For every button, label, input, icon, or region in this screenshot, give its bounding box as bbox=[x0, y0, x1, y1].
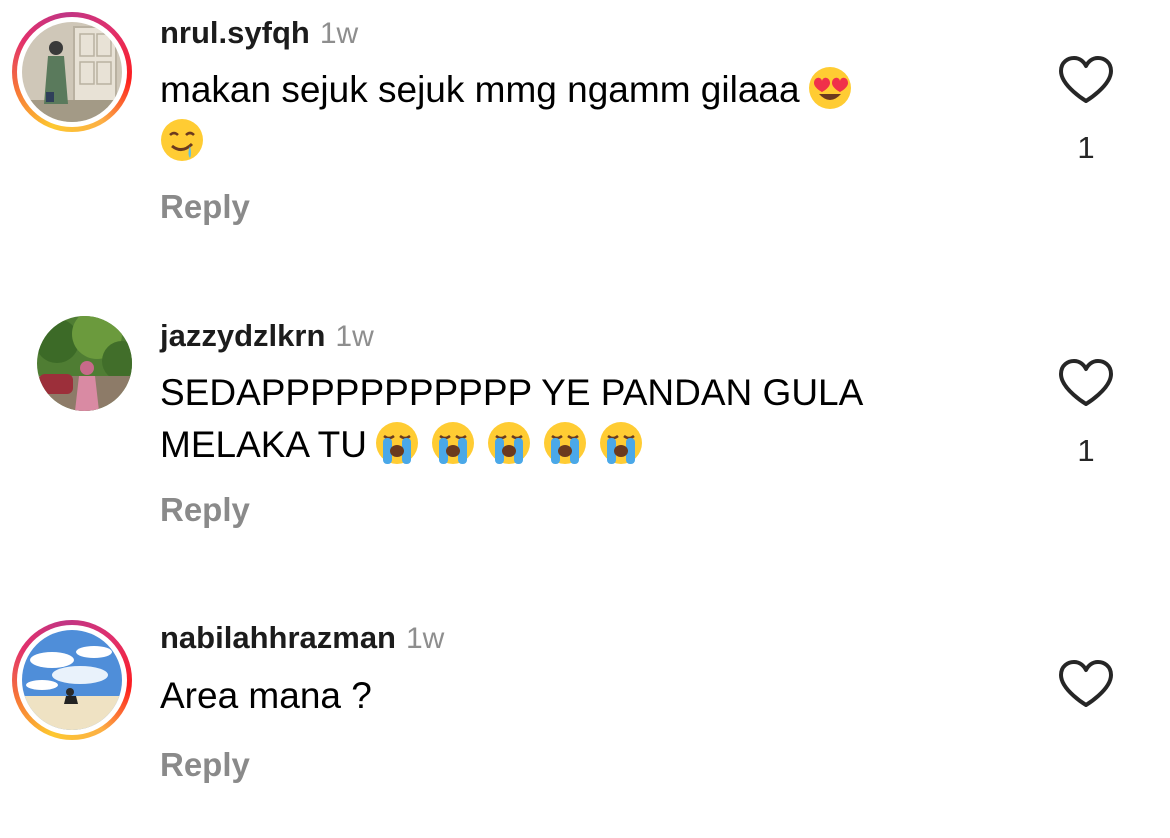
comment-timestamp: 1w bbox=[319, 17, 359, 50]
username-text[interactable]: nabilahhrazman bbox=[160, 620, 396, 655]
reply-button[interactable]: Reply bbox=[160, 188, 250, 226]
story-ring[interactable] bbox=[12, 620, 132, 740]
comment-text: Area mana ? bbox=[160, 670, 990, 722]
comment-text-content: makan sejuk sejuk mmg ngamm gilaaa bbox=[160, 69, 800, 110]
story-ring[interactable] bbox=[12, 12, 132, 132]
reply-button[interactable]: Reply bbox=[160, 491, 250, 529]
username-text[interactable]: nrul.syfqh bbox=[160, 15, 310, 50]
comment-text-line-1: SEDAPPPPPPPPPPP YE PANDAN GULA bbox=[160, 372, 864, 413]
comment-text: makan sejuk sejuk mmg ngamm gilaaa bbox=[160, 64, 990, 168]
comment-text-line-2: MELAKA TU bbox=[160, 424, 368, 465]
comment-username[interactable]: nabilahhrazman 1w bbox=[160, 620, 444, 656]
like-count: 1 bbox=[1077, 130, 1095, 165]
reply-button[interactable]: Reply bbox=[160, 746, 250, 784]
avatar[interactable] bbox=[22, 630, 122, 730]
comment-username[interactable]: nrul.syfqh 1w bbox=[160, 15, 358, 51]
drooling-emoji bbox=[161, 119, 203, 161]
comment-text-content: Area mana ? bbox=[160, 675, 372, 716]
loudly-crying-emoji bbox=[376, 422, 419, 464]
avatar[interactable] bbox=[37, 316, 132, 411]
loudly-crying-emoji bbox=[600, 422, 643, 464]
username-text[interactable]: jazzydzlkrn bbox=[160, 318, 325, 353]
comment-username[interactable]: jazzydzlkrn 1w bbox=[160, 318, 374, 354]
avatar-frame[interactable] bbox=[12, 306, 132, 426]
comment-text: SEDAPPPPPPPPPPP YE PANDAN GULA MELAKA TU bbox=[160, 367, 990, 471]
heart-icon[interactable] bbox=[1056, 54, 1116, 106]
comment-timestamp: 1w bbox=[406, 622, 445, 655]
heart-icon[interactable] bbox=[1056, 357, 1116, 409]
loudly-crying-emoji bbox=[432, 422, 475, 464]
loudly-crying-emoji bbox=[488, 422, 531, 464]
comment-timestamp: 1w bbox=[335, 320, 374, 353]
avatar[interactable] bbox=[22, 22, 122, 122]
like-count: 1 bbox=[1077, 433, 1095, 468]
heart-eyes-emoji bbox=[808, 67, 851, 109]
heart-icon[interactable] bbox=[1056, 658, 1116, 710]
loudly-crying-emoji bbox=[544, 422, 587, 464]
